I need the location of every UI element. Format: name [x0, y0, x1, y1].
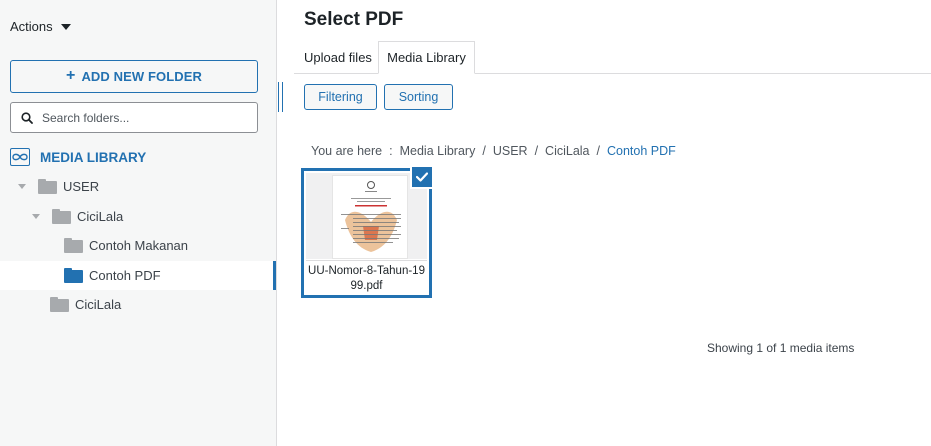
tree-folder-user[interactable]: USER: [0, 172, 276, 201]
folder-icon: [64, 238, 83, 253]
breadcrumb-item[interactable]: USER: [493, 144, 528, 158]
breadcrumb-separator: /: [596, 144, 600, 158]
tree-folder-label: CiciLala: [77, 209, 124, 224]
search-icon: [21, 111, 33, 124]
modal-title: Select PDF: [304, 9, 404, 30]
breadcrumb: You are here : Media Library / USER / Ci…: [311, 144, 676, 158]
breadcrumb-separator: /: [534, 144, 539, 158]
filtering-label: Filtering: [318, 90, 363, 104]
folder-search-box: [10, 102, 258, 133]
media-library-label: MEDIA LIBRARY: [40, 149, 147, 165]
pdf-document-thumbnail: [332, 175, 408, 259]
sorting-label: Sorting: [398, 90, 439, 104]
tab-media-library-label: Media Library: [387, 50, 466, 65]
media-library-root[interactable]: MEDIA LIBRARY: [10, 148, 146, 166]
caret-down-icon: [60, 23, 71, 30]
tab-upload-files[interactable]: Upload files: [304, 50, 372, 65]
folder-open-icon: [64, 268, 83, 283]
add-new-folder-button[interactable]: + ADD NEW FOLDER: [10, 60, 258, 93]
tree-folder-cicilala-2[interactable]: CiciLala: [0, 290, 276, 319]
folder-icon: [38, 179, 57, 194]
breadcrumb-item[interactable]: CiciLala: [545, 144, 589, 158]
breadcrumb-item[interactable]: Media Library: [400, 144, 476, 158]
breadcrumb-separator: :: [389, 144, 393, 158]
folder-sidebar: Actions + ADD NEW FOLDER MEDIA LIBRARY U…: [0, 0, 277, 446]
folder-icon: [52, 209, 71, 224]
tab-media-library[interactable]: Media Library: [378, 41, 475, 74]
media-count-status: Showing 1 of 1 media items: [707, 341, 855, 355]
breadcrumb-current: Contoh PDF: [607, 144, 676, 158]
media-library-icon: [10, 148, 30, 166]
folder-search-input[interactable]: [42, 110, 242, 125]
tree-folder-label: USER: [63, 179, 100, 194]
attachment-filename: UU-Nomor-8-Tahun-1999.pdf: [306, 260, 427, 294]
add-new-folder-label: ADD NEW FOLDER: [81, 69, 202, 84]
tree-folder-label: CiciLala: [75, 297, 122, 312]
breadcrumb-prefix: You are here: [311, 144, 383, 158]
breadcrumb-separator: /: [482, 144, 486, 158]
expand-arrow-icon[interactable]: [32, 214, 40, 219]
sidebar-resize-handle[interactable]: [278, 82, 283, 112]
selected-check-icon[interactable]: [410, 165, 434, 189]
tree-folder-contoh-pdf[interactable]: Contoh PDF: [0, 261, 276, 290]
pdf-thumbnail: [306, 173, 427, 259]
attachment-item[interactable]: UU-Nomor-8-Tahun-1999.pdf: [301, 165, 434, 298]
actions-label: Actions: [10, 19, 53, 34]
tree-folder-label: Contoh PDF: [89, 268, 161, 283]
tree-folder-cicilala[interactable]: CiciLala: [0, 202, 276, 231]
expand-arrow-icon[interactable]: [18, 184, 26, 189]
plus-icon: +: [65, 67, 76, 84]
filtering-button[interactable]: Filtering: [304, 84, 377, 110]
tree-folder-contoh-makanan[interactable]: Contoh Makanan: [0, 231, 276, 260]
tree-folder-label: Contoh Makanan: [89, 238, 189, 253]
actions-dropdown[interactable]: Actions: [10, 19, 71, 34]
folder-icon: [50, 297, 69, 312]
sorting-button[interactable]: Sorting: [384, 84, 453, 110]
